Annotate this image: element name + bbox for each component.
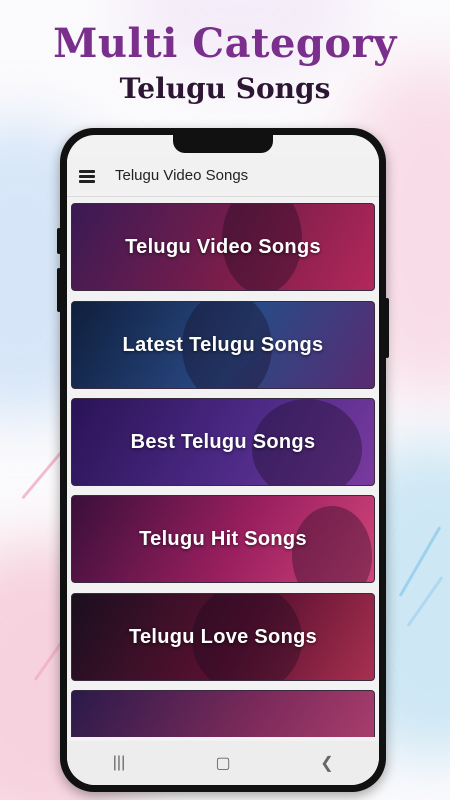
category-list: Telugu Video Songs Latest Telugu Songs B… [67,203,379,737]
category-card-label: Latest Telugu Songs [122,333,324,356]
category-card-label: Best Telugu Songs [130,430,316,453]
category-card-telugu-love-songs[interactable]: Telugu Love Songs [71,593,375,681]
phone-frame: Telugu Video Songs Telugu Video Songs La… [57,128,389,792]
promo-headline: Multi Category [53,20,397,67]
category-card-label: Telugu Hit Songs [139,527,307,550]
category-card-best-telugu-songs[interactable]: Best Telugu Songs [71,398,375,486]
category-card-telugu-video-songs[interactable]: Telugu Video Songs [71,203,375,291]
category-card-latest-telugu-songs[interactable]: Latest Telugu Songs [71,301,375,389]
back-icon[interactable]: ❮ [307,753,347,773]
app-title: Telugu Video Songs [115,167,249,184]
promo-subheadline: Telugu Songs [119,72,331,105]
category-card-label: Telugu Video Songs [125,235,321,258]
recents-icon[interactable]: ||| [99,754,139,772]
category-card-telugu-hit-songs[interactable]: Telugu Hit Songs [71,495,375,583]
home-icon[interactable]: ▢ [203,753,243,773]
phone-notch [173,135,273,153]
category-card-partial[interactable] [71,690,375,737]
phone-screen: Telugu Video Songs Telugu Video Songs La… [67,135,379,785]
hamburger-menu-icon [79,169,95,183]
app-bar: Telugu Video Songs [67,155,379,197]
category-card-label: Telugu Love Songs [128,625,318,648]
menu-button[interactable] [67,155,107,197]
system-navigation-bar: ||| ▢ ❮ [67,741,379,785]
